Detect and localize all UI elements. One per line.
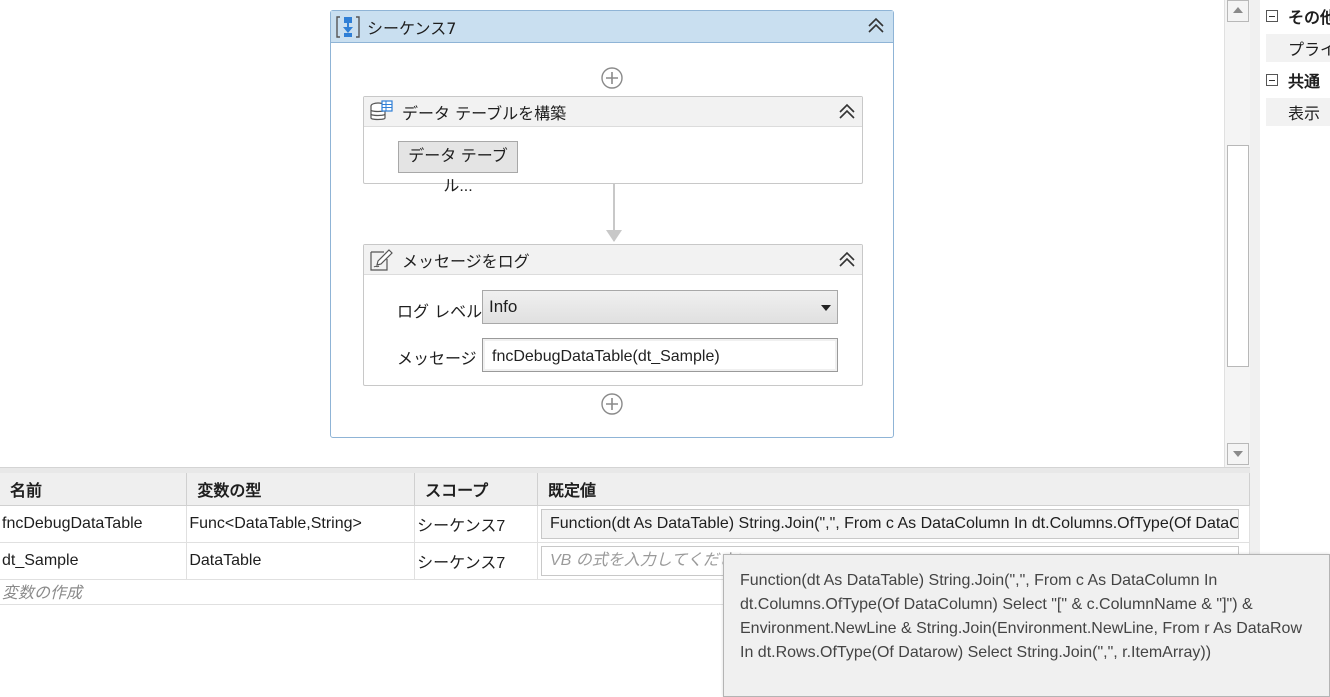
- workflow-designer-window: シーケンス7 データ テーブルを構築 データ テーブル... メッセージをログ …: [0, 0, 1330, 697]
- build-data-table-header[interactable]: データ テーブルを構築: [364, 97, 862, 127]
- message-label: メッセージ: [397, 349, 477, 368]
- column-header-scope[interactable]: スコープ: [414, 473, 538, 506]
- scroll-up-button[interactable]: [1227, 0, 1249, 22]
- sequence-activity[interactable]: シーケンス7 データ テーブルを構築 データ テーブル... メッセージをログ …: [330, 10, 894, 438]
- scroll-down-button[interactable]: [1227, 443, 1249, 465]
- variables-header-row: 名前 変数の型 スコープ 既定値: [0, 473, 1250, 506]
- scroll-up-arrow-icon: [1233, 7, 1243, 13]
- log-message-activity[interactable]: メッセージをログ ログ レベル Info メッセージ fncDebugDataT…: [363, 244, 863, 386]
- add-activity-plus-icon[interactable]: [600, 392, 624, 416]
- log-level-value: Info: [489, 297, 518, 316]
- build-data-table-activity[interactable]: データ テーブルを構築 データ テーブル...: [363, 96, 863, 195]
- variable-default-cell: Function(dt As DataTable) String.Join(",…: [537, 505, 1250, 543]
- variable-type-cell[interactable]: DataTable: [186, 542, 416, 580]
- collapse-chevron-icon[interactable]: [836, 249, 858, 271]
- property-category-common[interactable]: 共通: [1266, 66, 1320, 94]
- variable-scope-cell[interactable]: シーケンス7: [414, 505, 538, 543]
- log-message-title: メッセージをログ: [402, 251, 530, 271]
- scroll-down-arrow-icon: [1233, 451, 1243, 457]
- column-header-name[interactable]: 名前: [0, 473, 188, 506]
- log-level-dropdown[interactable]: Info: [482, 290, 838, 324]
- designer-vertical-scrollbar[interactable]: [1224, 0, 1250, 467]
- sequence-title: シーケンス7: [367, 18, 457, 38]
- variable-type-cell[interactable]: Func<DataTable,String>: [186, 505, 416, 543]
- table-row[interactable]: fncDebugDataTable Func<DataTable,String>…: [0, 505, 1250, 543]
- message-input[interactable]: fncDebugDataTable(dt_Sample): [482, 338, 838, 372]
- database-table-icon: [368, 99, 394, 125]
- column-header-default[interactable]: 既定値: [537, 473, 1250, 506]
- property-category-other[interactable]: その他: [1266, 2, 1330, 30]
- collapse-chevron-icon[interactable]: [836, 101, 858, 123]
- flow-arrow-icon: [606, 230, 622, 242]
- scrollbar-thumb[interactable]: [1227, 145, 1249, 367]
- variable-name-cell[interactable]: fncDebugDataTable: [0, 505, 188, 543]
- log-message-header[interactable]: メッセージをログ: [364, 245, 862, 275]
- collapse-box-icon[interactable]: [1266, 10, 1278, 22]
- data-table-button[interactable]: データ テーブル...: [398, 141, 518, 195]
- property-private[interactable]: プライ: [1266, 34, 1330, 62]
- designer-canvas[interactable]: シーケンス7 データ テーブルを構築 データ テーブル... メッセージをログ …: [0, 0, 1224, 467]
- property-display[interactable]: 表示: [1266, 98, 1330, 126]
- dropdown-arrow-icon: [821, 305, 831, 311]
- collapse-box-icon[interactable]: [1266, 74, 1278, 86]
- log-level-label: ログ レベル: [397, 302, 483, 321]
- log-pencil-icon: [368, 247, 394, 273]
- default-value-input[interactable]: Function(dt As DataTable) String.Join(",…: [541, 508, 1239, 539]
- variable-name-cell[interactable]: dt_Sample: [0, 542, 188, 580]
- build-data-table-title: データ テーブルを構築: [402, 103, 567, 123]
- collapse-chevron-icon[interactable]: [865, 15, 887, 37]
- column-header-type[interactable]: 変数の型: [186, 473, 416, 506]
- add-activity-plus-icon[interactable]: [600, 66, 624, 90]
- sequence-icon: [335, 14, 361, 40]
- sequence-header[interactable]: シーケンス7: [331, 11, 893, 43]
- variable-scope-cell[interactable]: シーケンス7: [414, 542, 538, 580]
- expression-tooltip: Function(dt As DataTable) String.Join(",…: [723, 554, 1330, 697]
